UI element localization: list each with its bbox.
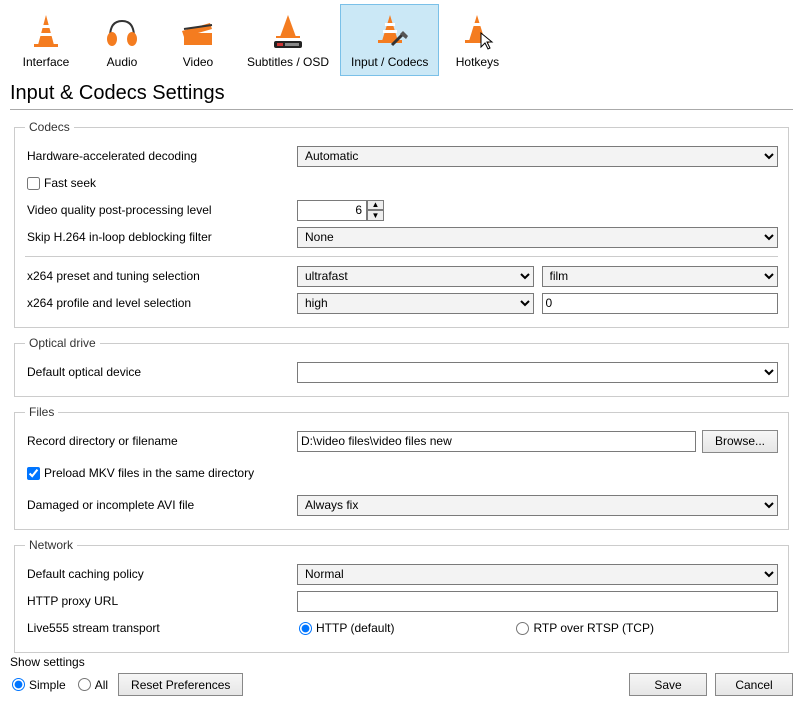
tab-subtitles[interactable]: Subtitles / OSD [236, 4, 340, 76]
group-legend: Files [25, 405, 58, 419]
preload-checkbox[interactable]: Preload MKV files in the same directory [25, 466, 254, 480]
optical-device-label: Default optical device [25, 365, 297, 379]
group-legend: Network [25, 538, 77, 552]
fastseek-input[interactable] [27, 177, 40, 190]
page-title: Input & Codecs Settings [0, 76, 803, 107]
fastseek-label: Fast seek [44, 176, 96, 190]
group-network: Network Default caching policy Normal HT… [14, 538, 789, 653]
live555-label: Live555 stream transport [25, 621, 297, 635]
recdir-label: Record directory or filename [25, 434, 297, 448]
cancel-button[interactable]: Cancel [715, 673, 793, 696]
skipdeblock-combo[interactable]: None [297, 227, 778, 248]
tab-input-codecs[interactable]: Input / Codecs [340, 4, 439, 76]
tab-video[interactable]: Video [160, 4, 236, 76]
live555-rtp-radio[interactable]: RTP over RTSP (TCP) [514, 621, 653, 635]
tab-label: Hotkeys [456, 55, 499, 69]
subtitles-icon [264, 9, 312, 53]
recdir-input[interactable] [297, 431, 696, 452]
fastseek-checkbox[interactable]: Fast seek [25, 176, 96, 190]
category-tabs: Interface Audio Video Subtitles / OSD In… [0, 0, 803, 76]
clapperboard-icon [174, 9, 222, 53]
reset-button[interactable]: Reset Preferences [118, 673, 243, 696]
codecs-divider [25, 256, 778, 257]
live555-http-radio[interactable]: HTTP (default) [297, 621, 394, 635]
proxy-input[interactable] [297, 591, 778, 612]
cache-label: Default caching policy [25, 567, 297, 581]
group-optical: Optical drive Default optical device [14, 336, 789, 397]
show-settings-label: Show settings [10, 655, 243, 669]
group-legend: Optical drive [25, 336, 100, 350]
avi-combo[interactable]: Always fix [297, 495, 778, 516]
pplevel-down[interactable]: ▼ [367, 210, 384, 221]
title-divider [10, 109, 793, 110]
show-simple-radio[interactable]: Simple [10, 678, 66, 692]
footer: Show settings Simple All Reset Preferenc… [10, 655, 793, 696]
tab-hotkeys[interactable]: Hotkeys [439, 4, 515, 76]
preload-input[interactable] [27, 467, 40, 480]
show-all-radio[interactable]: All [76, 678, 108, 692]
tab-audio[interactable]: Audio [84, 4, 160, 76]
tab-label: Audio [107, 55, 138, 69]
avi-label: Damaged or incomplete AVI file [25, 498, 297, 512]
group-codecs: Codecs Hardware-accelerated decoding Aut… [14, 120, 789, 328]
skipdeblock-label: Skip H.264 in-loop deblocking filter [25, 230, 297, 244]
cone-cursor-icon [453, 9, 501, 53]
tab-interface[interactable]: Interface [8, 4, 84, 76]
preload-label: Preload MKV files in the same directory [44, 466, 254, 480]
pplevel-spinner[interactable] [297, 200, 367, 221]
hwdec-combo[interactable]: Automatic [297, 146, 778, 167]
tab-label: Input / Codecs [351, 55, 428, 69]
x264tune-combo[interactable]: film [542, 266, 779, 287]
tab-label: Subtitles / OSD [247, 55, 329, 69]
tab-label: Interface [23, 55, 70, 69]
group-legend: Codecs [25, 120, 74, 134]
x264profile-label: x264 profile and level selection [25, 296, 297, 310]
group-files: Files Record directory or filename Brows… [14, 405, 789, 530]
cone-brush-icon [366, 9, 414, 53]
hwdec-label: Hardware-accelerated decoding [25, 149, 297, 163]
save-button[interactable]: Save [629, 673, 707, 696]
x264preset-combo[interactable]: ultrafast [297, 266, 534, 287]
cone-icon [22, 9, 70, 53]
headphones-icon [98, 9, 146, 53]
x264preset-label: x264 preset and tuning selection [25, 269, 297, 283]
x264profile-combo[interactable]: high [297, 293, 534, 314]
cache-combo[interactable]: Normal [297, 564, 778, 585]
proxy-label: HTTP proxy URL [25, 594, 297, 608]
x264level-input[interactable] [542, 293, 779, 314]
pplevel-up[interactable]: ▲ [367, 200, 384, 211]
browse-button[interactable]: Browse... [702, 430, 778, 453]
pplevel-label: Video quality post-processing level [25, 203, 297, 217]
optical-device-combo[interactable] [297, 362, 778, 383]
tab-label: Video [183, 55, 213, 69]
